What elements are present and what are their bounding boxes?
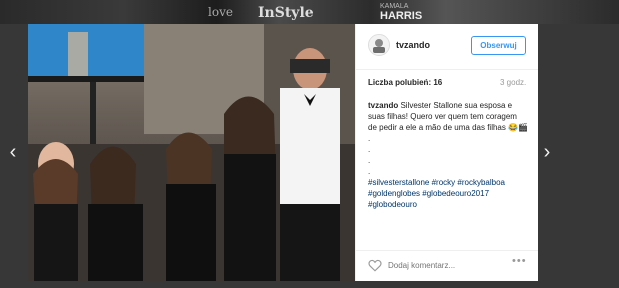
avatar[interactable] <box>368 34 390 56</box>
post-timestamp[interactable]: 3 godz. <box>500 78 526 87</box>
backdrop-text-kamala: KAMALA <box>380 3 409 10</box>
post-caption: tvzando Silvester Stallone sua esposa e … <box>368 100 528 210</box>
post-photo[interactable] <box>28 24 355 281</box>
comment-bar: ••• <box>356 250 538 281</box>
chevron-right-icon: › <box>543 141 551 163</box>
caption-dot: . <box>368 156 371 165</box>
chevron-left-icon: ‹ <box>9 141 17 163</box>
post-photo-art <box>28 24 355 281</box>
post-modal: tvzando Obserwuj Liczba polubień: 16 3 g… <box>28 24 538 281</box>
comment-input[interactable] <box>388 259 498 272</box>
backdrop-text-harris: HARRIS <box>380 10 423 22</box>
hashtag-link[interactable]: #rocky <box>432 178 456 187</box>
heart-icon[interactable] <box>368 259 382 272</box>
post-username[interactable]: tvzando <box>396 40 430 50</box>
hashtag-link[interactable]: #silvesterstallone <box>368 178 429 187</box>
caption-dot: . <box>368 134 371 143</box>
background-page-strip: love InStyle KAMALA HARRIS <box>0 0 619 24</box>
caption-dot: . <box>368 167 371 176</box>
post-header: tvzando Obserwuj <box>356 24 538 70</box>
backdrop-logo-instyle: InStyle <box>258 5 314 21</box>
caption-dot: . <box>368 145 371 154</box>
hashtag-link[interactable]: #rockybalboa <box>457 178 505 187</box>
post-details-panel: tvzando Obserwuj Liczba polubień: 16 3 g… <box>355 24 538 281</box>
previous-post-button[interactable]: ‹ <box>6 142 20 162</box>
more-options-icon[interactable]: ••• <box>512 255 527 267</box>
hashtag-link[interactable]: #goldenglobes <box>368 189 420 198</box>
hashtag-link[interactable]: #globodeouro <box>368 200 417 209</box>
hashtag-link[interactable]: #globedeouro2017 <box>422 189 489 198</box>
backdrop-logo-love: love <box>208 5 233 19</box>
next-post-button[interactable]: › <box>540 142 554 162</box>
caption-username[interactable]: tvzando <box>368 101 398 110</box>
likes-count[interactable]: Liczba polubień: 16 <box>368 78 442 87</box>
avatar-image <box>369 35 389 55</box>
follow-button[interactable]: Obserwuj <box>471 36 526 55</box>
